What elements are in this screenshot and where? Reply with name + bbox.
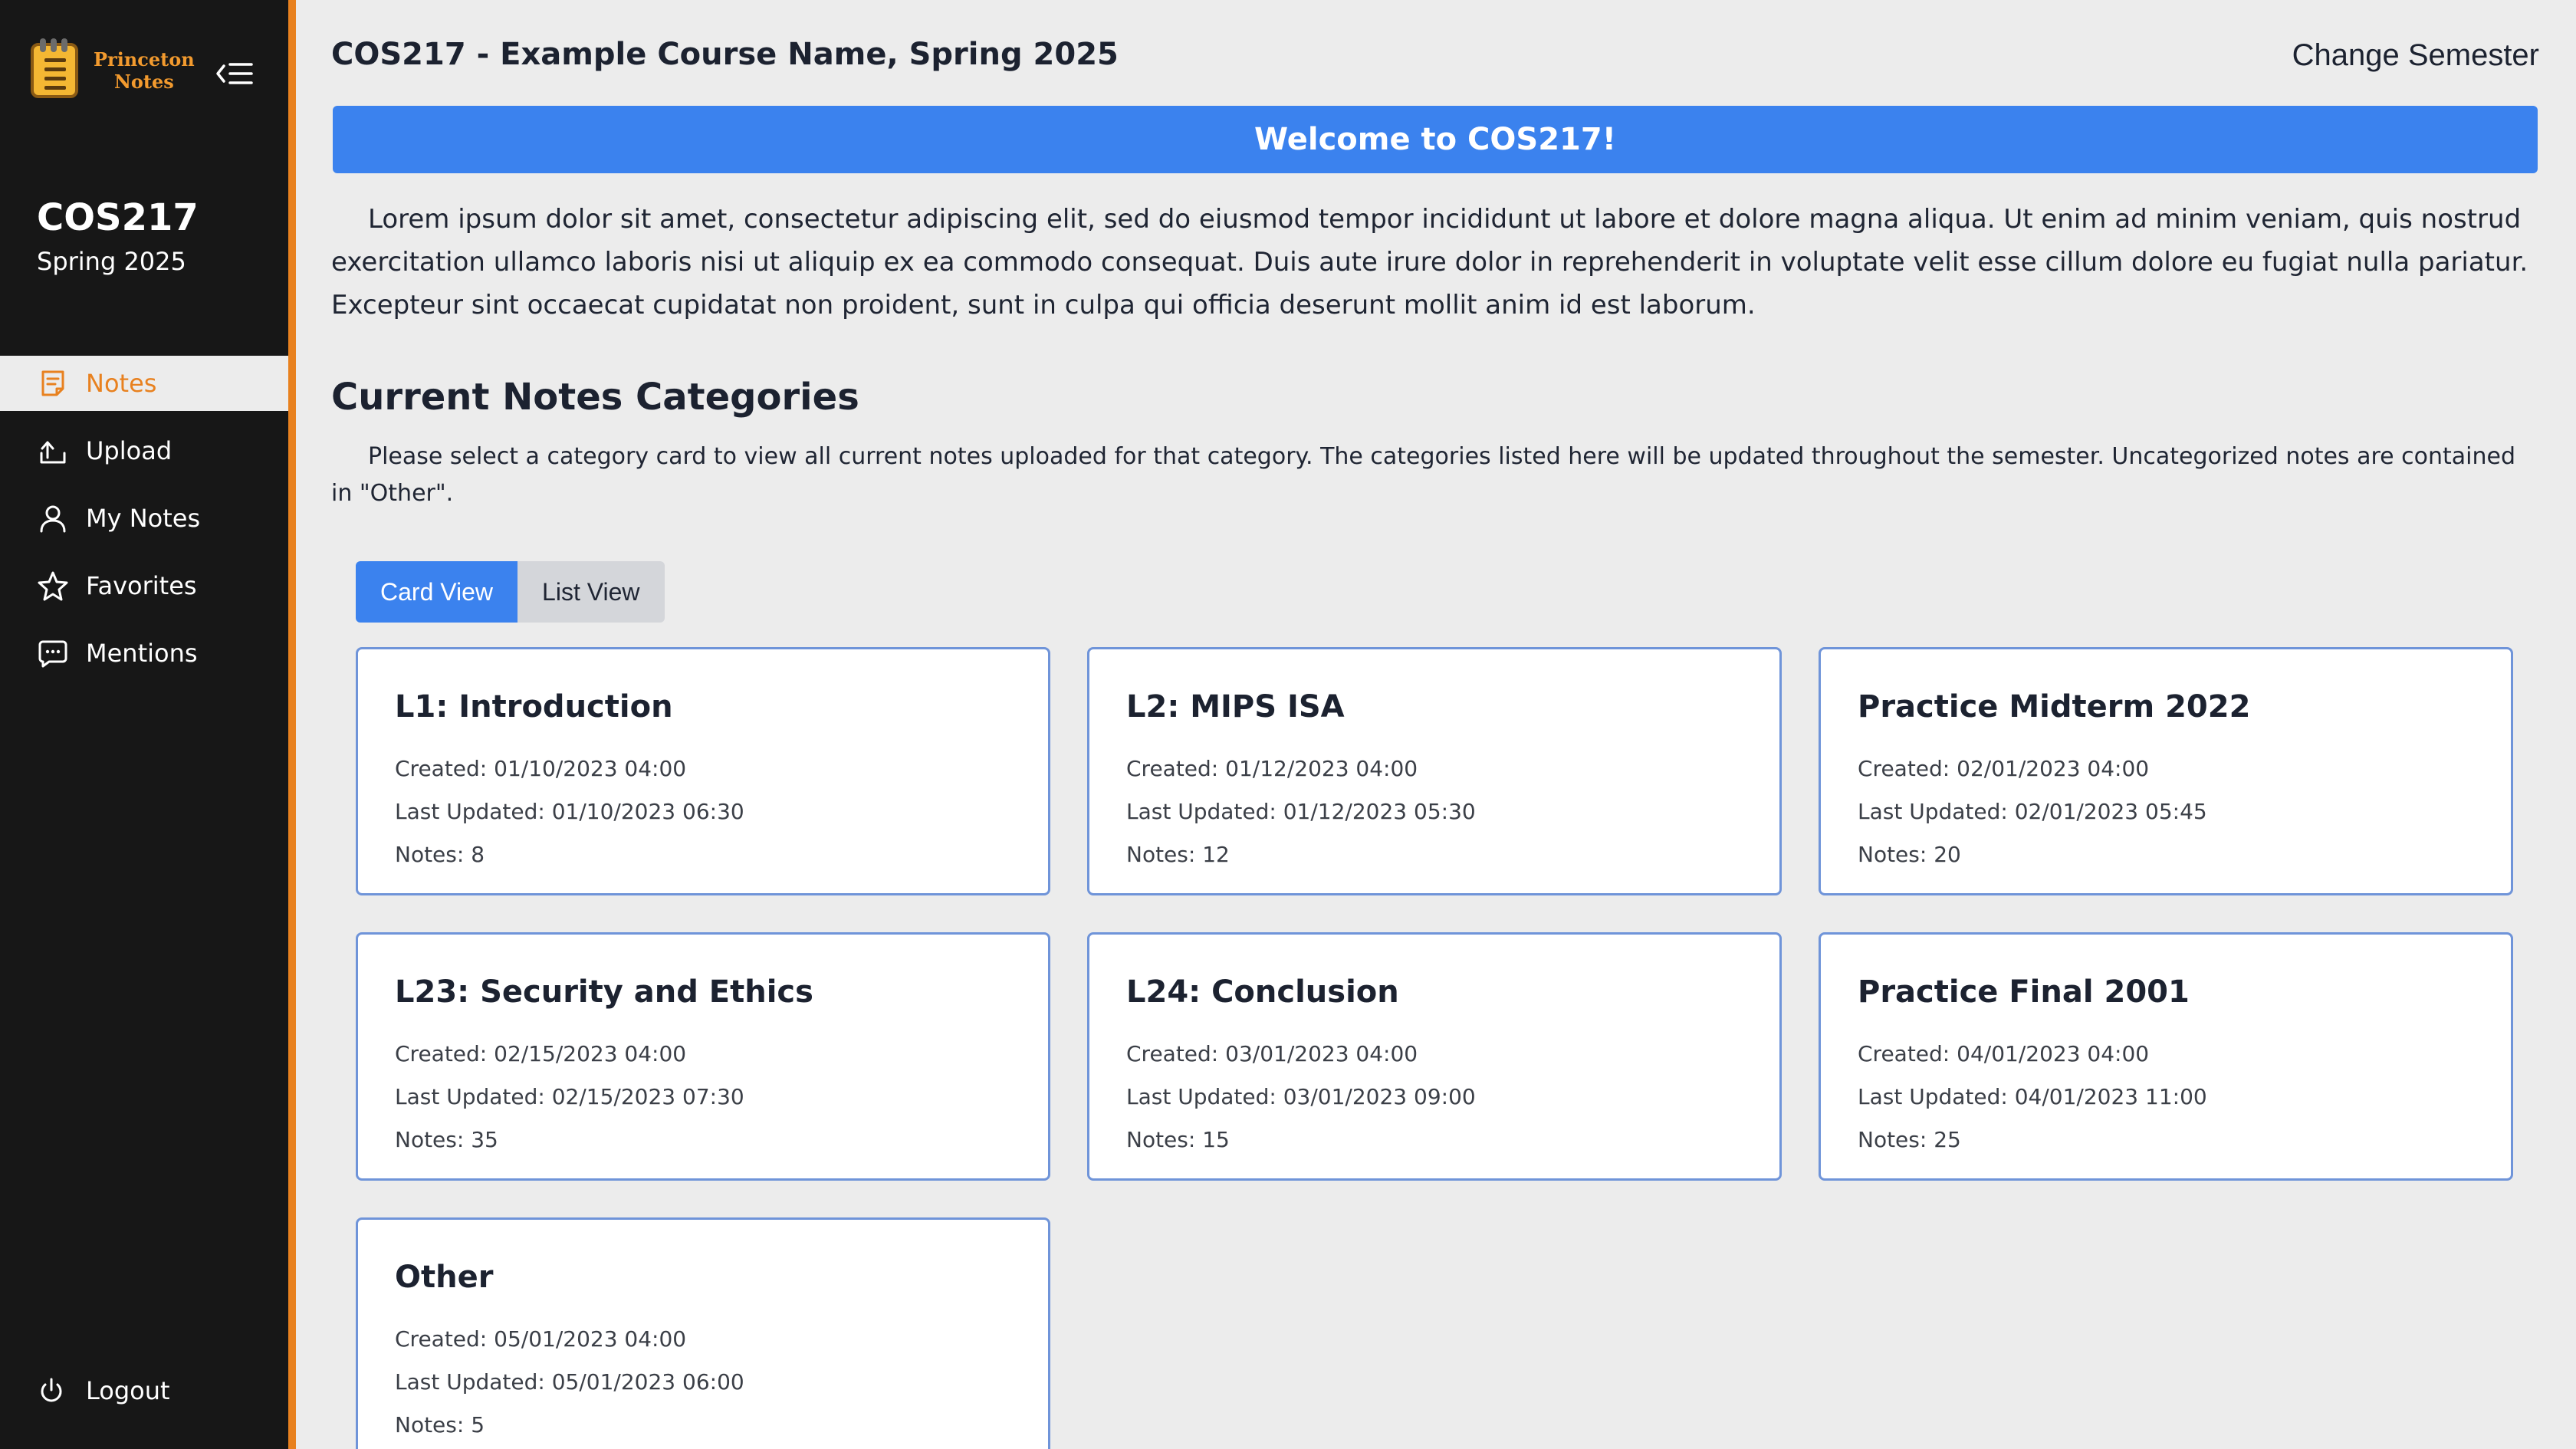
- card-created: Created: 02/15/2023 04:00: [395, 1041, 687, 1066]
- card-title: L24: Conclusion: [1126, 974, 1399, 1010]
- list-view-button[interactable]: List View: [518, 561, 665, 623]
- card-created: Created: 02/01/2023 04:00: [1858, 756, 2150, 781]
- sidebar-course-code: COS217: [37, 196, 199, 239]
- card-updated: Last Updated: 04/01/2023 11:00: [1858, 1084, 2207, 1109]
- sidebar-item-label: Favorites: [86, 571, 197, 600]
- card-updated: Last Updated: 02/01/2023 05:45: [1858, 799, 2207, 824]
- logout-label: Logout: [86, 1376, 170, 1405]
- sidebar-item-label: Notes: [86, 369, 157, 398]
- sidebar-nav: Notes Upload My Notes Favorites Mentions: [0, 356, 288, 693]
- card-created: Created: 03/01/2023 04:00: [1126, 1041, 1418, 1066]
- chat-icon: [38, 640, 67, 668]
- power-icon: [41, 1378, 62, 1402]
- card-notes-count: Notes: 12: [1126, 842, 1230, 867]
- upload-icon: [40, 441, 66, 464]
- card-created: Created: 04/01/2023 04:00: [1858, 1041, 2150, 1066]
- sidebar-semester: Spring 2025: [37, 247, 186, 276]
- collapse-menu-icon: [216, 63, 253, 84]
- change-semester-button[interactable]: Change Semester: [2292, 38, 2539, 73]
- sidebar-item-upload[interactable]: Upload: [0, 423, 288, 478]
- card-notes-count: Notes: 20: [1858, 842, 1961, 867]
- card-created: Created: 01/10/2023 04:00: [395, 756, 687, 781]
- card-notes-count: Notes: 25: [1858, 1127, 1961, 1152]
- sidebar-item-label: My Notes: [86, 504, 201, 533]
- sidebar: Princeton Notes COS217 Spring 2025 Notes: [0, 0, 296, 1449]
- card-title: L2: MIPS ISA: [1126, 689, 1345, 724]
- sidebar-item-label: Mentions: [86, 639, 198, 668]
- app-logo-text: Princeton Notes: [94, 48, 195, 93]
- card-updated: Last Updated: 03/01/2023 09:00: [1126, 1084, 1476, 1109]
- star-icon: [38, 571, 68, 601]
- card-updated: Last Updated: 05/01/2023 06:00: [395, 1369, 744, 1395]
- user-icon: [40, 505, 66, 533]
- card-created: Created: 05/01/2023 04:00: [395, 1326, 687, 1352]
- card-updated: Last Updated: 01/10/2023 06:30: [395, 799, 744, 824]
- category-card-l24[interactable]: L24: Conclusion Created: 03/01/2023 04:0…: [1087, 932, 1782, 1181]
- sidebar-item-label: Upload: [86, 436, 172, 465]
- category-card-l23[interactable]: L23: Security and Ethics Created: 02/15/…: [356, 932, 1050, 1181]
- card-notes-count: Notes: 35: [395, 1127, 498, 1152]
- category-card-l1[interactable]: L1: Introduction Created: 01/10/2023 04:…: [356, 647, 1050, 895]
- intro-paragraph: Lorem ipsum dolor sit amet, consectetur …: [331, 204, 2528, 320]
- logo-line-1: Princeton: [94, 48, 195, 71]
- notes-icon: [41, 370, 64, 396]
- card-title: L1: Introduction: [395, 689, 673, 724]
- page-title: COS217 - Example Course Name, Spring 202…: [331, 37, 1119, 72]
- card-updated: Last Updated: 02/15/2023 07:30: [395, 1084, 744, 1109]
- app-logo[interactable]: Princeton Notes: [31, 38, 195, 98]
- category-card-other[interactable]: Other Created: 05/01/2023 04:00 Last Upd…: [356, 1217, 1050, 1449]
- logout-button[interactable]: Logout: [0, 1363, 288, 1418]
- card-view-button[interactable]: Card View: [356, 561, 518, 623]
- view-toggle: Card View List View: [356, 561, 665, 623]
- category-card-practice-final[interactable]: Practice Final 2001 Created: 04/01/2023 …: [1819, 932, 2513, 1181]
- card-notes-count: Notes: 5: [395, 1412, 485, 1438]
- category-card-l2[interactable]: L2: MIPS ISA Created: 01/12/2023 04:00 L…: [1087, 647, 1782, 895]
- card-title: Other: [395, 1260, 494, 1295]
- card-title: L23: Security and Ethics: [395, 974, 813, 1010]
- card-title: Practice Final 2001: [1858, 974, 2190, 1010]
- logo-line-2: Notes: [113, 71, 174, 93]
- card-updated: Last Updated: 01/12/2023 05:30: [1126, 799, 1476, 824]
- sidebar-item-my-notes[interactable]: My Notes: [0, 491, 288, 546]
- welcome-banner: Welcome to COS217!: [333, 106, 2538, 173]
- sidebar-item-favorites[interactable]: Favorites: [0, 558, 288, 613]
- card-notes-count: Notes: 15: [1126, 1127, 1230, 1152]
- card-title: Practice Midterm 2022: [1858, 689, 2251, 724]
- main-content: COS217 - Example Course Name, Spring 202…: [331, 0, 2539, 1449]
- collapse-sidebar-button[interactable]: [215, 57, 255, 90]
- card-notes-count: Notes: 8: [395, 842, 485, 867]
- card-created: Created: 01/12/2023 04:00: [1126, 756, 1418, 781]
- sidebar-item-notes[interactable]: Notes: [0, 356, 288, 411]
- sidebar-item-mentions[interactable]: Mentions: [0, 626, 288, 681]
- notebook-logo-icon: [31, 38, 78, 98]
- category-card-practice-midterm[interactable]: Practice Midterm 2022 Created: 02/01/202…: [1819, 647, 2513, 895]
- categories-description: Please select a category card to view al…: [331, 443, 2515, 507]
- categories-heading: Current Notes Categories: [331, 376, 859, 419]
